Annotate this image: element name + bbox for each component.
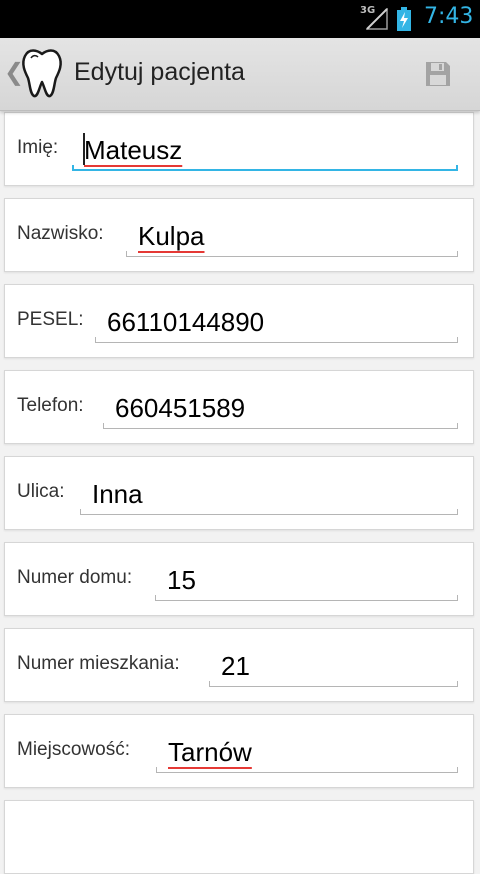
clock: 7:43 (424, 4, 474, 29)
field-value: 66110144890 (107, 307, 265, 337)
field-label: Numer mieszkania: (17, 653, 180, 674)
tooth-icon[interactable] (19, 48, 65, 98)
form-row-pesel: PESEL: 66110144890 (4, 284, 474, 358)
form-row-partial (4, 800, 474, 874)
house-number-input[interactable]: 15 (155, 555, 458, 601)
form-row-last-name: Nazwisko: Kulpa (4, 198, 474, 272)
pesel-input[interactable]: 66110144890 (95, 297, 458, 343)
status-bar: 3G 7:43 (0, 0, 480, 38)
input-underline (209, 681, 458, 687)
form-row-phone: Telefon: 660451589 (4, 370, 474, 444)
field-value: 660451589 (115, 393, 246, 423)
last-name-input[interactable]: Kulpa (126, 211, 458, 257)
form-row-first-name: Imię: Mateusz (4, 112, 474, 186)
input-underline (126, 251, 458, 257)
first-name-input[interactable]: Mateusz (72, 125, 458, 171)
action-bar: ❮ Edytuj pacjenta (0, 38, 480, 111)
phone-input[interactable]: 660451589 (103, 383, 458, 429)
apartment-number-input[interactable]: 21 (209, 641, 458, 687)
city-input[interactable]: Tarnów (156, 727, 458, 773)
field-label: Miejscowość: (17, 739, 130, 760)
field-label: Ulica: (17, 481, 65, 502)
form-row-apartment-number: Numer mieszkania: 21 (4, 628, 474, 702)
field-value: Inna (92, 479, 143, 509)
page-title: Edytuj pacjenta (74, 58, 245, 86)
form-row-house-number: Numer domu: 15 (4, 542, 474, 616)
save-button[interactable] (416, 52, 460, 96)
input-underline (155, 595, 458, 601)
form-row-city: Miejscowość: Tarnów (4, 714, 474, 788)
input-underline (95, 337, 458, 343)
street-input[interactable]: Inna (80, 469, 458, 515)
field-value: Tarnów (168, 737, 252, 767)
input-underline (72, 165, 458, 171)
field-value: 15 (167, 565, 196, 595)
input-underline (80, 509, 458, 515)
field-label: PESEL: (17, 309, 84, 330)
field-label: Telefon: (17, 395, 84, 416)
field-value: Kulpa (138, 221, 205, 251)
field-label: Nazwisko: (17, 223, 104, 244)
form-row-street: Ulica: Inna (4, 456, 474, 530)
field-label: Imię: (17, 137, 59, 158)
input-underline (103, 423, 458, 429)
field-value: Mateusz (84, 135, 183, 165)
input-underline (156, 767, 458, 773)
field-label: Numer domu: (17, 567, 133, 588)
signal-icon (366, 8, 388, 30)
field-value: 21 (221, 651, 250, 681)
battery-charging-icon (397, 7, 411, 31)
floppy-disk-save-icon (426, 62, 450, 86)
